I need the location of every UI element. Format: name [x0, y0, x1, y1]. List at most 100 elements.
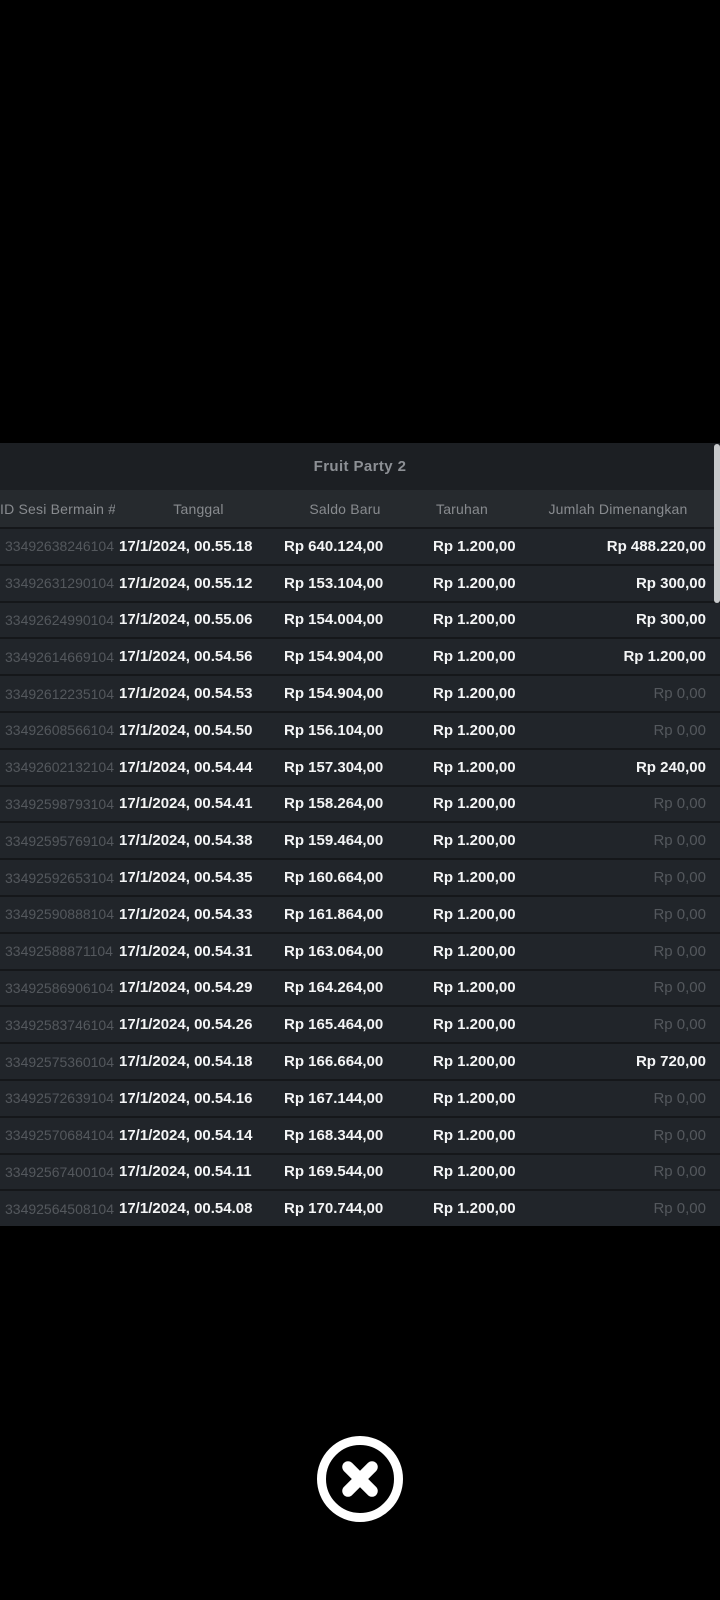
- table-row: 33492583746104 17/1/2024, 00.54.26 Rp 16…: [0, 1005, 720, 1042]
- date-cell: 17/1/2024, 00.54.31: [115, 943, 282, 960]
- amount-won-cell: Rp 0,00: [516, 795, 720, 812]
- session-id-cell: 33492564508104: [0, 1201, 115, 1217]
- table-row: 33492575360104 17/1/2024, 00.54.18 Rp 16…: [0, 1042, 720, 1079]
- table-row: 33492592653104 17/1/2024, 00.54.35 Rp 16…: [0, 858, 720, 895]
- session-id-cell: 33492592653104: [0, 870, 115, 886]
- amount-won-cell: Rp 0,00: [516, 1163, 720, 1180]
- bet-cell: Rp 1.200,00: [408, 648, 516, 665]
- new-balance-cell: Rp 154.904,00: [282, 685, 408, 702]
- session-id-cell: 33492631290104: [0, 575, 115, 591]
- table-header: ID Sesi Bermain # Tanggal Saldo Baru Tar…: [0, 490, 720, 527]
- new-balance-cell: Rp 170.744,00: [282, 1200, 408, 1217]
- date-cell: 17/1/2024, 00.54.44: [115, 759, 282, 776]
- table-row: 33492570684104 17/1/2024, 00.54.14 Rp 16…: [0, 1116, 720, 1153]
- new-balance-cell: Rp 168.344,00: [282, 1127, 408, 1144]
- session-id-cell: 33492608566104: [0, 722, 115, 738]
- amount-won-cell: Rp 0,00: [516, 685, 720, 702]
- bet-cell: Rp 1.200,00: [408, 1163, 516, 1180]
- session-id-cell: 33492624990104: [0, 612, 115, 628]
- session-id-cell: 33492588871104: [0, 943, 115, 959]
- close-icon: [316, 1435, 404, 1523]
- bet-cell: Rp 1.200,00: [408, 1090, 516, 1107]
- new-balance-cell: Rp 164.264,00: [282, 979, 408, 996]
- table-row: 33492588871104 17/1/2024, 00.54.31 Rp 16…: [0, 932, 720, 969]
- new-balance-cell: Rp 161.864,00: [282, 906, 408, 923]
- session-id-cell: 33492590888104: [0, 906, 115, 922]
- column-header-amount-won: Jumlah Dimenangkan: [516, 501, 720, 517]
- new-balance-cell: Rp 154.904,00: [282, 648, 408, 665]
- new-balance-cell: Rp 157.304,00: [282, 759, 408, 776]
- bet-cell: Rp 1.200,00: [408, 1200, 516, 1217]
- table-row: 33492612235104 17/1/2024, 00.54.53 Rp 15…: [0, 674, 720, 711]
- amount-won-cell: Rp 0,00: [516, 1200, 720, 1217]
- amount-won-cell: Rp 0,00: [516, 1127, 720, 1144]
- new-balance-cell: Rp 156.104,00: [282, 722, 408, 739]
- bet-cell: Rp 1.200,00: [408, 759, 516, 776]
- table-row: 33492564508104 17/1/2024, 00.54.08 Rp 17…: [0, 1189, 720, 1226]
- date-cell: 17/1/2024, 00.55.12: [115, 575, 282, 592]
- date-cell: 17/1/2024, 00.54.33: [115, 906, 282, 923]
- new-balance-cell: Rp 154.004,00: [282, 611, 408, 628]
- table-row: 33492598793104 17/1/2024, 00.54.41 Rp 15…: [0, 785, 720, 822]
- date-cell: 17/1/2024, 00.55.06: [115, 611, 282, 628]
- amount-won-cell: Rp 720,00: [516, 1053, 720, 1070]
- session-id-cell: 33492583746104: [0, 1017, 115, 1033]
- new-balance-cell: Rp 167.144,00: [282, 1090, 408, 1107]
- bet-cell: Rp 1.200,00: [408, 685, 516, 702]
- column-header-bet: Taruhan: [408, 501, 516, 517]
- amount-won-cell: Rp 0,00: [516, 722, 720, 739]
- close-button[interactable]: [316, 1435, 404, 1523]
- amount-won-cell: Rp 300,00: [516, 611, 720, 628]
- table-row: 33492624990104 17/1/2024, 00.55.06 Rp 15…: [0, 601, 720, 638]
- new-balance-cell: Rp 158.264,00: [282, 795, 408, 812]
- session-id-cell: 33492602132104: [0, 759, 115, 775]
- table-body: 33492638246104 17/1/2024, 00.55.18 Rp 64…: [0, 527, 720, 1226]
- table-row: 33492614669104 17/1/2024, 00.54.56 Rp 15…: [0, 637, 720, 674]
- bet-cell: Rp 1.200,00: [408, 538, 516, 555]
- table-row: 33492638246104 17/1/2024, 00.55.18 Rp 64…: [0, 527, 720, 564]
- session-id-cell: 33492595769104: [0, 833, 115, 849]
- bet-cell: Rp 1.200,00: [408, 1053, 516, 1070]
- new-balance-cell: Rp 163.064,00: [282, 943, 408, 960]
- table-row: 33492595769104 17/1/2024, 00.54.38 Rp 15…: [0, 821, 720, 858]
- session-id-cell: 33492638246104: [0, 538, 115, 554]
- date-cell: 17/1/2024, 00.54.14: [115, 1127, 282, 1144]
- bet-cell: Rp 1.200,00: [408, 1016, 516, 1033]
- new-balance-cell: Rp 169.544,00: [282, 1163, 408, 1180]
- bet-cell: Rp 1.200,00: [408, 611, 516, 628]
- date-cell: 17/1/2024, 00.54.11: [115, 1163, 282, 1180]
- new-balance-cell: Rp 165.464,00: [282, 1016, 408, 1033]
- amount-won-cell: Rp 0,00: [516, 943, 720, 960]
- modal-titlebar: Fruit Party 2: [0, 443, 720, 490]
- bet-cell: Rp 1.200,00: [408, 795, 516, 812]
- bet-cell: Rp 1.200,00: [408, 1127, 516, 1144]
- session-id-cell: 33492614669104: [0, 649, 115, 665]
- bet-cell: Rp 1.200,00: [408, 832, 516, 849]
- bet-cell: Rp 1.200,00: [408, 943, 516, 960]
- bet-cell: Rp 1.200,00: [408, 722, 516, 739]
- amount-won-cell: Rp 300,00: [516, 575, 720, 592]
- game-title: Fruit Party 2: [314, 458, 407, 475]
- amount-won-cell: Rp 1.200,00: [516, 648, 720, 665]
- scrollbar-thumb[interactable]: [714, 444, 720, 603]
- session-id-cell: 33492572639104: [0, 1090, 115, 1106]
- session-id-cell: 33492586906104: [0, 980, 115, 996]
- amount-won-cell: Rp 0,00: [516, 1090, 720, 1107]
- amount-won-cell: Rp 0,00: [516, 979, 720, 996]
- session-id-cell: 33492598793104: [0, 796, 115, 812]
- bet-cell: Rp 1.200,00: [408, 575, 516, 592]
- new-balance-cell: Rp 166.664,00: [282, 1053, 408, 1070]
- session-id-cell: 33492575360104: [0, 1054, 115, 1070]
- table-row: 33492586906104 17/1/2024, 00.54.29 Rp 16…: [0, 969, 720, 1006]
- table-row: 33492602132104 17/1/2024, 00.54.44 Rp 15…: [0, 748, 720, 785]
- bet-cell: Rp 1.200,00: [408, 979, 516, 996]
- new-balance-cell: Rp 153.104,00: [282, 575, 408, 592]
- amount-won-cell: Rp 0,00: [516, 832, 720, 849]
- date-cell: 17/1/2024, 00.54.08: [115, 1200, 282, 1217]
- date-cell: 17/1/2024, 00.54.53: [115, 685, 282, 702]
- date-cell: 17/1/2024, 00.54.50: [115, 722, 282, 739]
- session-id-cell: 33492612235104: [0, 686, 115, 702]
- date-cell: 17/1/2024, 00.54.56: [115, 648, 282, 665]
- column-header-new-balance: Saldo Baru: [282, 501, 408, 517]
- date-cell: 17/1/2024, 00.54.29: [115, 979, 282, 996]
